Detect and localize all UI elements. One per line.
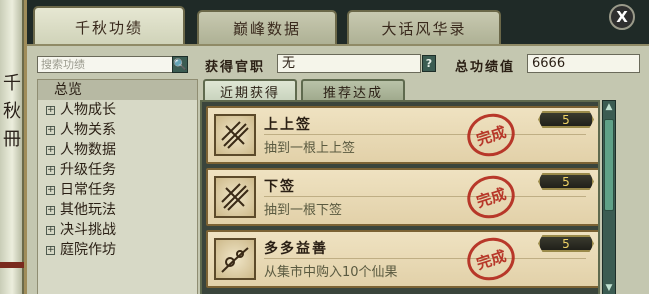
- achievement-desc: 抽到一根下签: [264, 203, 343, 218]
- expand-icon[interactable]: +: [46, 245, 55, 255]
- achievement-desc: 从集市中购入10个仙果: [264, 265, 398, 280]
- points-badge: 5: [538, 173, 594, 190]
- tab-dahua-fenghualu[interactable]: 大话风华录: [347, 10, 501, 44]
- achievement-desc: 抽到一根上上签: [264, 141, 356, 156]
- total-score-label: 总功绩值: [455, 60, 516, 75]
- official-title-label: 获得官职: [205, 60, 266, 75]
- divider: [264, 134, 586, 135]
- side-scroll-decoration: 千 秋 冊: [0, 0, 24, 294]
- scroll-thumb[interactable]: [604, 119, 614, 211]
- list-scrollbar[interactable]: ▲ ▼: [602, 100, 616, 294]
- fruit-branch-icon: [214, 238, 256, 280]
- side-scroll-band: [0, 262, 24, 268]
- category-item[interactable]: + 日常任务: [38, 180, 197, 200]
- category-item[interactable]: + 人物成长: [38, 100, 197, 120]
- help-button[interactable]: ?: [422, 55, 436, 72]
- achievement-title: 多多益善: [264, 241, 328, 257]
- category-label: 总览: [54, 82, 82, 98]
- category-list: 总览 + 人物成长 + 人物关系 + 人物数据 + 升级任务 + 日常任务 + …: [37, 79, 198, 294]
- category-label: 日常任务: [60, 182, 116, 198]
- category-label: 人物关系: [60, 122, 116, 138]
- total-score-value: 6666: [527, 54, 640, 73]
- points-badge: 5: [538, 111, 594, 128]
- category-label: 人物数据: [60, 142, 116, 158]
- bamboo-sign-icon: [214, 114, 256, 156]
- expand-icon[interactable]: +: [46, 205, 55, 215]
- achievement-card[interactable]: 多多益善 从集市中购入10个仙果 完成 5: [206, 230, 598, 288]
- expand-icon[interactable]: +: [46, 105, 55, 115]
- scroll-down-icon[interactable]: ▼: [603, 282, 615, 294]
- tab-dianfeng-shuju[interactable]: 巅峰数据: [197, 10, 337, 44]
- category-label: 升级任务: [60, 162, 116, 178]
- completed-stamp: 完成: [461, 231, 521, 287]
- expand-icon[interactable]: +: [46, 125, 55, 135]
- category-label: 决斗挑战: [60, 222, 116, 238]
- search-input[interactable]: 搜索功绩: [37, 56, 188, 73]
- side-scroll-text: 千 秋 冊: [3, 73, 21, 150]
- achievement-card[interactable]: 上上签 抽到一根上上签 完成 5: [206, 106, 598, 164]
- bamboo-sign-icon: [214, 176, 256, 218]
- expand-icon[interactable]: +: [46, 225, 55, 235]
- category-label: 其他玩法: [60, 202, 116, 218]
- achievement-card[interactable]: 下签 抽到一根下签 完成 5: [206, 168, 598, 226]
- achievement-window: 千秋功绩 巅峰数据 大话风华录 X 搜索功绩 🔍 总览 + 人物成长 + 人物关…: [24, 0, 649, 294]
- category-item[interactable]: + 决斗挑战: [38, 220, 197, 240]
- achievement-title: 下签: [264, 179, 296, 195]
- divider: [264, 258, 586, 259]
- category-item[interactable]: + 升级任务: [38, 160, 197, 180]
- category-item-overview[interactable]: 总览: [38, 80, 197, 100]
- divider: [264, 196, 586, 197]
- category-label: 人物成长: [60, 102, 116, 118]
- achievement-list: 上上签 抽到一根上上签 完成 5 下签 抽到一根下签 完成 5 多多益善 从集市…: [200, 100, 600, 294]
- content-panel: 搜索功绩 🔍 总览 + 人物成长 + 人物关系 + 人物数据 + 升级任务 + …: [27, 44, 649, 294]
- subtab-recent[interactable]: 近期获得: [203, 79, 297, 101]
- subtab-recommended[interactable]: 推荐达成: [301, 79, 405, 101]
- scroll-up-icon[interactable]: ▲: [603, 101, 615, 114]
- close-button[interactable]: X: [609, 4, 635, 30]
- search-icon[interactable]: 🔍: [172, 56, 188, 73]
- completed-stamp: 完成: [461, 107, 521, 163]
- category-item[interactable]: + 庭院作坊: [38, 240, 197, 260]
- tab-bar: 千秋功绩 巅峰数据 大话风华录 X: [27, 0, 649, 46]
- official-title-value: 无: [277, 54, 421, 73]
- tab-qianqiu-gongji[interactable]: 千秋功绩: [33, 6, 185, 46]
- category-item[interactable]: + 人物数据: [38, 140, 197, 160]
- category-item[interactable]: + 人物关系: [38, 120, 197, 140]
- achievement-title: 上上签: [264, 117, 312, 133]
- category-item[interactable]: + 其他玩法: [38, 200, 197, 220]
- expand-icon[interactable]: +: [46, 185, 55, 195]
- completed-stamp: 完成: [461, 169, 521, 225]
- points-badge: 5: [538, 235, 594, 252]
- expand-icon[interactable]: +: [46, 145, 55, 155]
- category-label: 庭院作坊: [60, 242, 116, 258]
- expand-icon[interactable]: +: [46, 165, 55, 175]
